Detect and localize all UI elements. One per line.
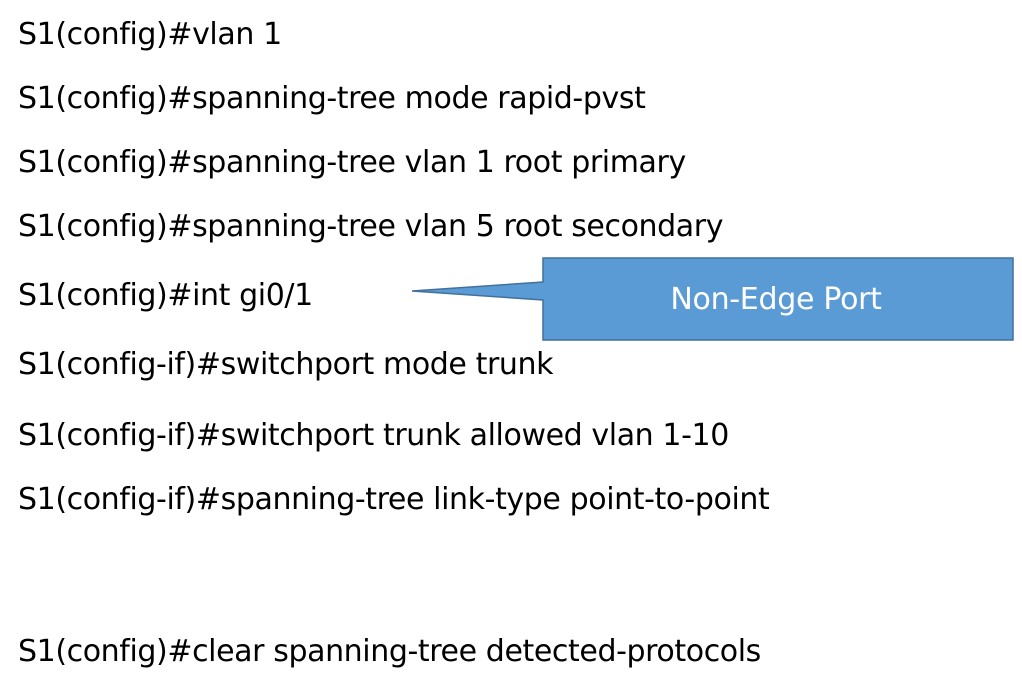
callout-label: Non-Edge Port	[670, 281, 882, 317]
command-line-root-secondary: S1(config)#spanning-tree vlan 5 root sec…	[18, 209, 724, 244]
command-line-interface: S1(config)#int gi0/1	[18, 278, 313, 313]
command-line-root-primary: S1(config)#spanning-tree vlan 1 root pri…	[18, 145, 686, 180]
command-line-clear-protocols: S1(config)#clear spanning-tree detected-…	[18, 634, 761, 669]
command-line-link-type: S1(config-if)#spanning-tree link-type po…	[18, 482, 770, 517]
command-line-allowed-vlan: S1(config-if)#switchport trunk allowed v…	[18, 418, 729, 453]
command-line-stp-mode: S1(config)#spanning-tree mode rapid-pvst	[18, 81, 646, 116]
command-line-trunk-mode: S1(config-if)#switchport mode trunk	[18, 347, 554, 382]
command-line-vlan: S1(config)#vlan 1	[18, 17, 282, 52]
